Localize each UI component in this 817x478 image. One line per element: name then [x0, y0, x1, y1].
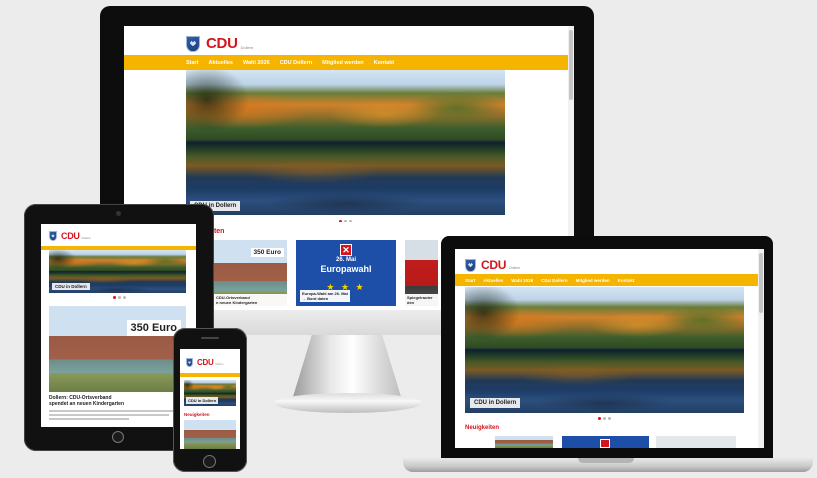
- tablet-slider-dots[interactable]: [113, 296, 126, 299]
- nav-item-mitglied-werden[interactable]: Mitglied werden: [322, 60, 364, 66]
- tablet-home-button[interactable]: [112, 431, 124, 443]
- laptop-scrollbar[interactable]: [758, 249, 764, 448]
- cdu-crest-icon: [186, 358, 193, 367]
- laptop-logo[interactable]: CDU Dollern: [465, 258, 520, 272]
- news-card-kindergarten[interactable]: 350 Euro CDU-Ortsverband n neuen Kinderg…: [214, 240, 287, 306]
- phone-logo[interactable]: CDU Dollern: [186, 358, 223, 367]
- phone-speaker: [201, 337, 219, 339]
- tablet-hero-image[interactable]: CDU in Dollern: [49, 250, 186, 293]
- phone-navigation[interactable]: [180, 373, 240, 377]
- logo-subtitle: Dollern: [240, 44, 254, 50]
- europawahl-date: 26. Mai: [335, 257, 356, 263]
- nav-item-mitglied-werden[interactable]: Mitglied werden: [576, 278, 610, 283]
- hero-image-lake[interactable]: CDU in Dollern: [186, 70, 505, 215]
- text-placeholder: [49, 414, 169, 416]
- tablet-article-title[interactable]: Dollern: CDU-Ortsverband spendet an neue…: [49, 395, 124, 407]
- laptop-navigation: Start Aktuelles Wahl 2026 CDU Dollern Mi…: [455, 274, 758, 286]
- tablet-camera: [116, 211, 121, 216]
- cdu-crest-icon: [465, 258, 476, 272]
- nav-item-kontakt[interactable]: Kontakt: [374, 60, 394, 66]
- logo-text: CDU: [206, 35, 238, 52]
- monitor-stand-neck: [292, 335, 402, 400]
- phone-home-button[interactable]: [203, 455, 216, 468]
- news-card-label: Europa-Wahl am 26. Mai → Bord daten: [300, 290, 350, 302]
- ballot-cross-icon: [600, 439, 610, 448]
- phone-news-title: Neuigkeiten: [184, 412, 210, 417]
- text-placeholder: [49, 418, 129, 420]
- desktop-scroll-thumb[interactable]: [569, 30, 573, 100]
- site-logo[interactable]: CDU Dollern: [186, 35, 253, 52]
- laptop-news-title: Neuigkeiten: [465, 425, 500, 431]
- nav-item-start[interactable]: Start: [186, 60, 199, 66]
- phone-website: CDU Dollern CDU in Dollern Neuigkeiten: [180, 349, 240, 449]
- laptop-website: CDU Dollern Start Aktuelles Wahl 2026 CD…: [455, 249, 764, 448]
- nav-item-cdu-dollern[interactable]: CDU Dollern: [280, 60, 312, 66]
- nav-item-wahl-2026[interactable]: Wahl 2026: [511, 278, 533, 283]
- price-tag: 350 Euro: [250, 248, 284, 257]
- nav-item-wahl-2026[interactable]: Wahl 2026: [243, 60, 270, 66]
- laptop-news-card-2[interactable]: [562, 436, 649, 448]
- laptop-hero-image[interactable]: CDU in Dollern: [465, 287, 744, 413]
- main-navigation: Start Aktuelles Wahl 2026 CDU Dollern Mi…: [124, 55, 568, 70]
- cdu-crest-icon: [186, 35, 200, 52]
- tablet-logo[interactable]: CDU Dollern: [49, 231, 91, 241]
- nav-item-cdu-dollern[interactable]: CDU Dollern: [541, 278, 568, 283]
- phone-hero-image[interactable]: CDU in Dollern: [184, 380, 236, 406]
- laptop-news-card-1[interactable]: [495, 436, 553, 448]
- news-card-label: CDU-Ortsverband n neuen Kindergarten: [214, 294, 287, 306]
- laptop-news-card-3[interactable]: [656, 436, 736, 448]
- laptop-scroll-thumb[interactable]: [759, 253, 763, 313]
- tablet-price-tag: 350 Euro: [126, 320, 181, 336]
- news-card-europawahl[interactable]: ✕ 26. Mai Europawahl Europa-Wahl am 26. …: [296, 240, 396, 306]
- nav-item-aktuelles[interactable]: Aktuelles: [483, 278, 503, 283]
- monitor-stand-base: [274, 393, 422, 413]
- nav-item-start[interactable]: Start: [465, 278, 475, 283]
- cdu-crest-icon: [49, 231, 57, 241]
- news-card-label: Spiegelrauter den: [405, 294, 438, 306]
- laptop-slider-dots[interactable]: [598, 417, 611, 420]
- tablet-article-image[interactable]: 350 Euro: [49, 306, 186, 392]
- phone-news-card[interactable]: [184, 420, 236, 449]
- text-placeholder: [49, 410, 179, 412]
- news-card-feuerwehr[interactable]: Spiegelrauter den: [405, 240, 438, 306]
- nav-item-aktuelles[interactable]: Aktuelles: [209, 60, 233, 66]
- laptop-notch: [578, 458, 634, 463]
- nav-item-kontakt[interactable]: Kontakt: [618, 278, 635, 283]
- europawahl-title: Europawahl: [320, 264, 372, 274]
- ballot-cross-icon: ✕: [340, 244, 352, 256]
